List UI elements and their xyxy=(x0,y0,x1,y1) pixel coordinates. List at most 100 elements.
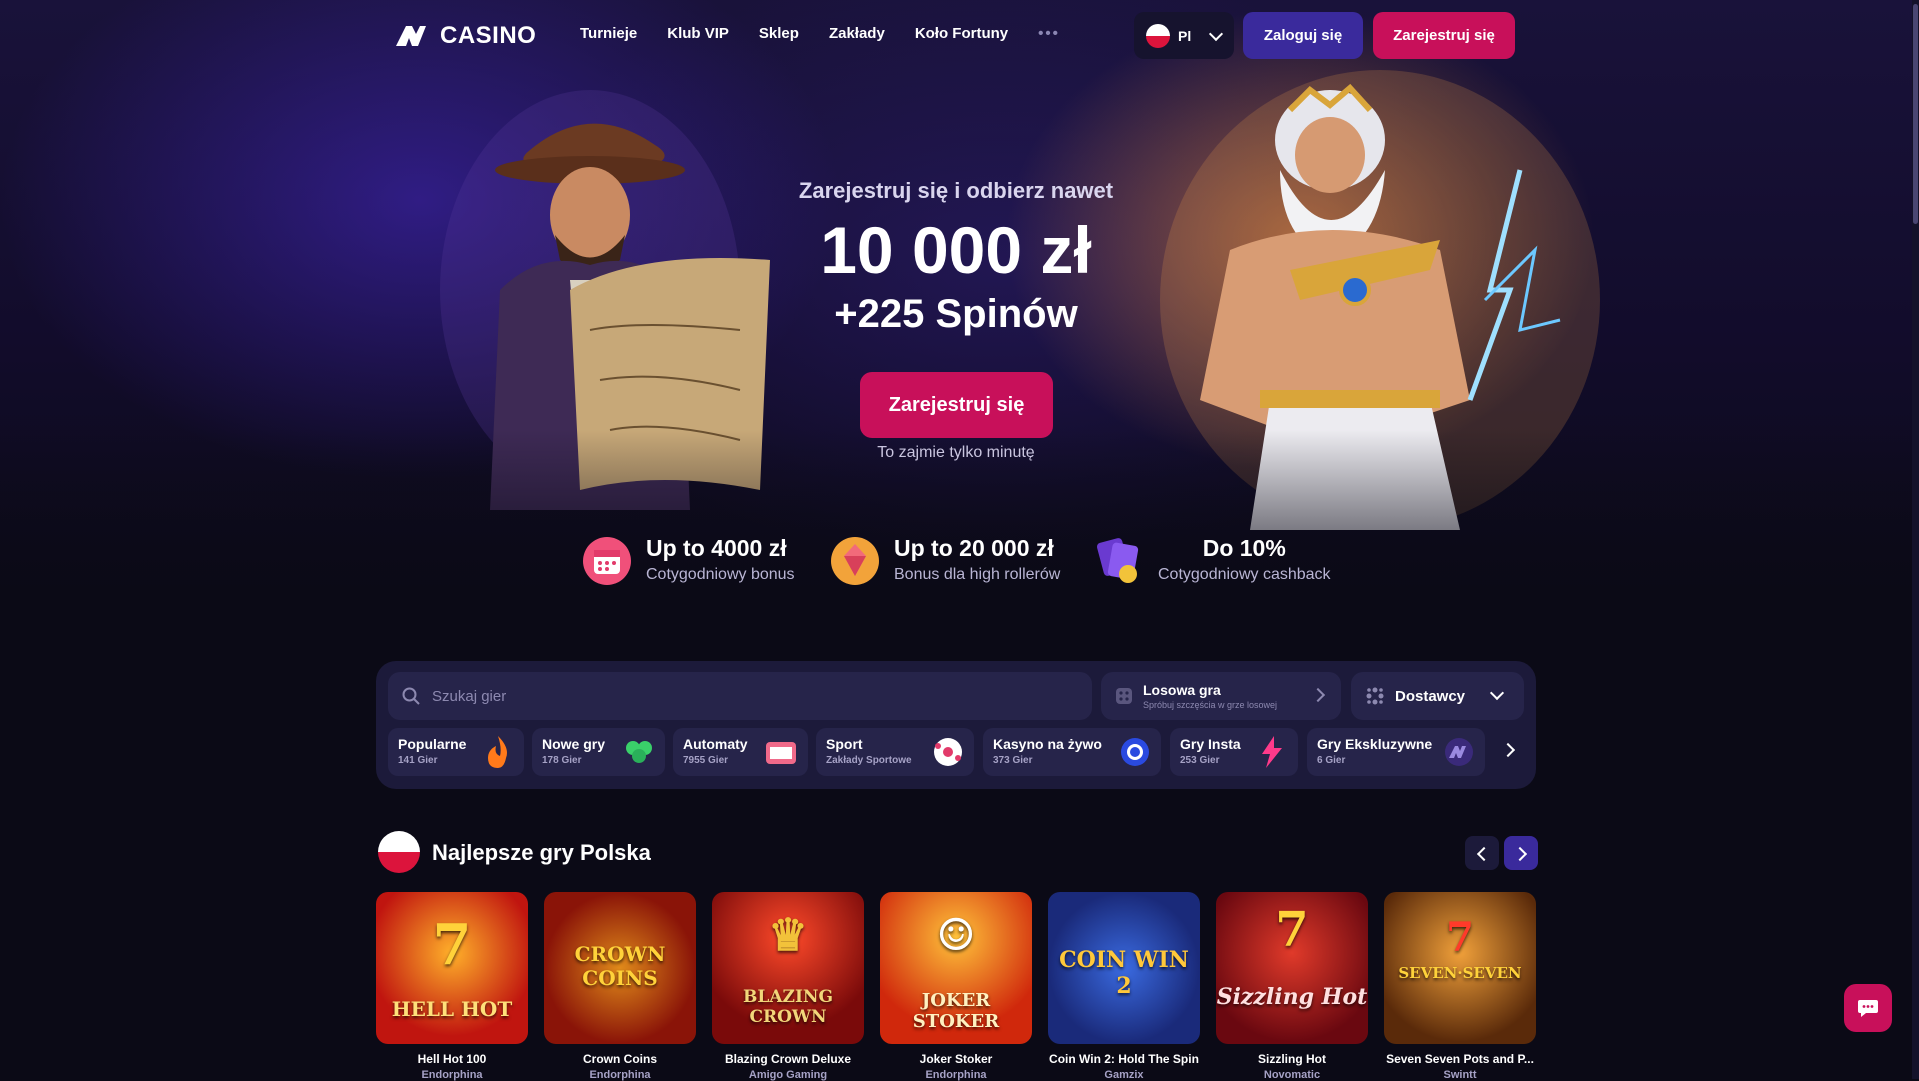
chat-bubble-icon xyxy=(1858,1000,1878,1017)
game-provider: Endorphina xyxy=(589,1069,651,1081)
language-label: Pl xyxy=(1178,27,1192,44)
page-scrollbar[interactable] xyxy=(1912,0,1919,1079)
poland-flag-icon xyxy=(1146,23,1170,48)
benefit-desc: Cotygodniowy bonus xyxy=(646,565,795,583)
register-button[interactable]: Zarejestruj się xyxy=(1373,12,1515,59)
poker-chip-icon xyxy=(1121,738,1149,766)
chevron-down-icon xyxy=(1489,685,1505,701)
game-provider: Endorphina xyxy=(925,1069,987,1081)
login-button[interactable]: Zaloguj się xyxy=(1243,12,1363,59)
providers-dropdown[interactable]: Dostawcy xyxy=(1351,672,1524,720)
search-icon xyxy=(402,687,420,705)
game-card-sizzling-hot[interactable]: 7 Sizzling Hot Sizzling Hot Novomatic xyxy=(1216,892,1368,1081)
game-art-text: JOKER STOKER xyxy=(912,990,1000,1032)
random-game-button[interactable]: Losowa gra Spróbuj szczęścia w grze loso… xyxy=(1101,672,1341,720)
game-provider: Novomatic xyxy=(1263,1069,1321,1081)
nav-more-icon[interactable]: ••• xyxy=(1038,25,1060,42)
game-title: Blazing Crown Deluxe xyxy=(724,1052,852,1066)
benefit-cashback: Do 10% Cotygodniowy cashback xyxy=(1090,524,1331,594)
seven-icon: 7 xyxy=(432,912,472,978)
calendar-gift-icon xyxy=(583,537,631,585)
category-gry-ekskluzywne[interactable]: Gry Ekskluzywne 6 Gier xyxy=(1307,728,1485,776)
av-logo-icon xyxy=(396,26,426,46)
category-kasyno-na-zywo[interactable]: Kasyno na żywo 373 Gier xyxy=(983,728,1161,776)
game-provider: Endorphina xyxy=(421,1069,483,1081)
nav-turnieje[interactable]: Turnieje xyxy=(580,25,637,42)
game-card-seven-seven-pots[interactable]: 7 SEVEN·SEVEN Seven Seven Pots and P... … xyxy=(1384,892,1536,1081)
search-input[interactable] xyxy=(430,686,1034,706)
hero-register-button[interactable]: Zarejestruj się xyxy=(860,372,1053,438)
scrollbar-thumb[interactable] xyxy=(1913,4,1918,224)
nav-zaklady[interactable]: Zakłady xyxy=(829,25,885,42)
nav-klub-vip[interactable]: Klub VIP xyxy=(667,25,729,42)
benefit-title: Do 10% xyxy=(1202,534,1286,561)
fire-icon xyxy=(488,736,507,768)
providers-grid-icon xyxy=(1366,687,1384,705)
site-header: CASINO Turnieje Klub VIP Sklep Zakłady K… xyxy=(0,0,1919,70)
benefit-high-roller: Up to 20 000 zł Bonus dla high rollerów xyxy=(826,524,1060,594)
nav-sklep[interactable]: Sklep xyxy=(759,25,799,42)
game-art-text: CROWN COINS xyxy=(574,942,666,990)
carousel-prev-button[interactable] xyxy=(1465,836,1499,870)
chat-button[interactable] xyxy=(1844,984,1892,1032)
game-art-text: Sizzling Hot xyxy=(1216,984,1368,1010)
game-thumbnail[interactable]: ♛ BLAZING CROWN xyxy=(712,892,864,1044)
joker-face-icon: ☺ xyxy=(936,910,976,961)
game-provider: Gamzix xyxy=(1104,1069,1144,1081)
game-thumbnail[interactable]: COIN WIN 2 xyxy=(1048,892,1200,1044)
game-title: Crown Coins xyxy=(583,1052,657,1066)
crown-icon: ♛ xyxy=(768,910,808,961)
game-title: Hell Hot 100 xyxy=(417,1052,487,1066)
game-title: Joker Stoker xyxy=(919,1052,993,1066)
benefit-weekly-bonus: Up to 4000 zł Cotygodniowy bonus xyxy=(578,524,795,594)
game-art-text: HELL HOT xyxy=(391,997,513,1021)
casino-logo[interactable]: CASINO xyxy=(396,22,536,50)
category-nowe-gry[interactable]: Nowe gry 178 Gier xyxy=(532,728,665,776)
benefit-title: Up to 20 000 zł xyxy=(894,534,1054,561)
category-popularne[interactable]: Popularne 141 Gier xyxy=(388,728,524,776)
search-box[interactable] xyxy=(388,672,1092,720)
football-icon xyxy=(934,738,962,766)
av-exclusive-icon xyxy=(1445,738,1473,766)
clover-icon xyxy=(626,741,652,763)
game-card-joker-stoker[interactable]: ☺ JOKER STOKER Joker Stoker Endorphina xyxy=(880,892,1032,1081)
game-thumbnail[interactable]: 7 Sizzling Hot xyxy=(1216,892,1368,1044)
chevron-down-icon xyxy=(1209,26,1224,41)
lightning-icon xyxy=(1262,736,1282,768)
chevron-right-icon xyxy=(1310,687,1326,703)
benefit-desc: Bonus dla high rollerów xyxy=(894,565,1061,583)
game-card-blazing-crown-deluxe[interactable]: ♛ BLAZING CROWN Blazing Crown Deluxe Ami… xyxy=(712,892,864,1081)
hero-subtitle: Zarejestruj się i odbierz nawet xyxy=(798,178,1114,203)
category-automaty[interactable]: Automaty 7955 Gier xyxy=(673,728,808,776)
nav-kolo-fortuny[interactable]: Koło Fortuny xyxy=(915,25,1008,42)
game-card-hell-hot-100[interactable]: 7 HELL HOT Hell Hot 100 Endorphina xyxy=(376,892,528,1081)
carousel-next-button[interactable] xyxy=(1504,836,1538,870)
seven-icon: 7 xyxy=(1446,914,1474,961)
category-sport[interactable]: Sport Zakłady Sportowe xyxy=(816,728,974,776)
poland-flag-icon xyxy=(378,831,420,873)
game-thumbnail[interactable]: 7 SEVEN·SEVEN xyxy=(1384,892,1536,1044)
language-selector[interactable]: Pl xyxy=(1134,12,1234,59)
game-art-text: COIN WIN 2 xyxy=(1059,947,1189,999)
random-game-subtitle: Spróbuj szczęścia w grze losowej xyxy=(1143,700,1278,710)
dice-icon xyxy=(1116,688,1132,704)
main-nav: Turnieje Klub VIP Sklep Zakłady Koło For… xyxy=(580,25,1060,42)
game-thumbnail[interactable]: ☺ JOKER STOKER xyxy=(880,892,1032,1044)
game-card-crown-coins[interactable]: CROWN COINS Crown Coins Endorphina xyxy=(544,892,696,1081)
diamond-icon xyxy=(831,537,879,585)
game-thumbnail[interactable]: 7 HELL HOT xyxy=(376,892,528,1044)
hero-note: To zajmie tylko minutę xyxy=(877,444,1035,461)
game-card-coin-win-2[interactable]: COIN WIN 2 Coin Win 2: Hold The Spin Gam… xyxy=(1048,892,1200,1081)
game-provider: Amigo Gaming xyxy=(748,1069,828,1081)
hero-amount: 10 000 zł xyxy=(820,213,1092,287)
game-title: Sizzling Hot xyxy=(1258,1052,1326,1066)
seven-icon: 7 xyxy=(1275,902,1309,958)
logo-text: CASINO xyxy=(440,22,537,49)
game-art-text: BLAZING CROWN xyxy=(743,987,833,1027)
hero-spins: +225 Spinów xyxy=(834,292,1078,336)
benefit-desc: Cotygodniowy cashback xyxy=(1158,565,1331,583)
category-gry-insta[interactable]: Gry Insta 253 Gier xyxy=(1170,728,1298,776)
slot-machine-icon xyxy=(766,742,796,764)
providers-label: Dostawcy xyxy=(1395,687,1466,705)
game-thumbnail[interactable]: CROWN COINS xyxy=(544,892,696,1044)
